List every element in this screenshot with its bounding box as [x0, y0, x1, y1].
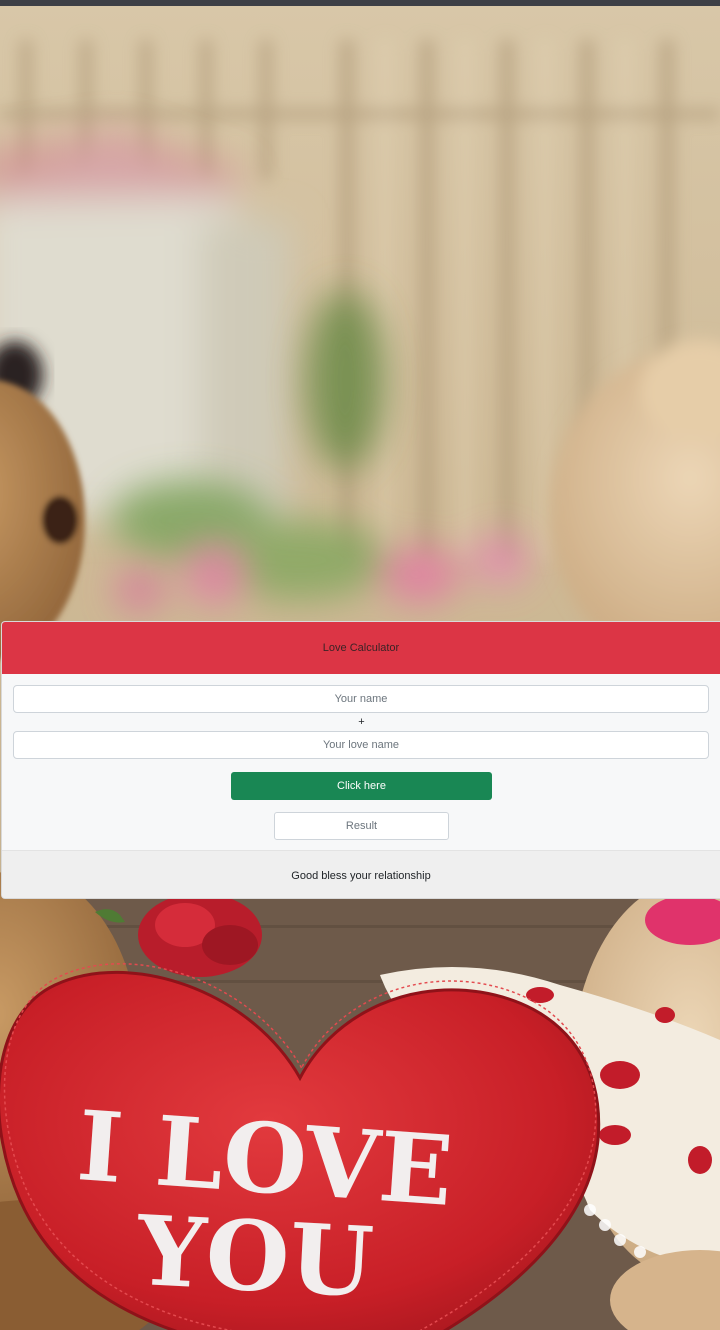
heart-text-line2: YOU	[133, 1194, 375, 1319]
footer-text: Good bless your relationship	[291, 869, 431, 882]
click-here-button[interactable]: Click here	[231, 772, 492, 800]
card-footer: Good bless your relationship	[2, 850, 720, 898]
result-field[interactable]	[274, 812, 449, 840]
plus-sign: +	[358, 716, 365, 728]
browser-top-bar	[0, 0, 720, 6]
your-name-input[interactable]	[13, 685, 709, 713]
love-calculator-card: Love Calculator + Click here Good bless …	[1, 621, 720, 899]
page: I LOVE YOU Love Calculator + Click here …	[0, 0, 720, 1330]
love-name-input[interactable]	[13, 731, 709, 759]
card-title: Love Calculator	[322, 642, 400, 654]
card-body: + Click here	[2, 674, 720, 850]
card-header: Love Calculator	[2, 622, 720, 674]
